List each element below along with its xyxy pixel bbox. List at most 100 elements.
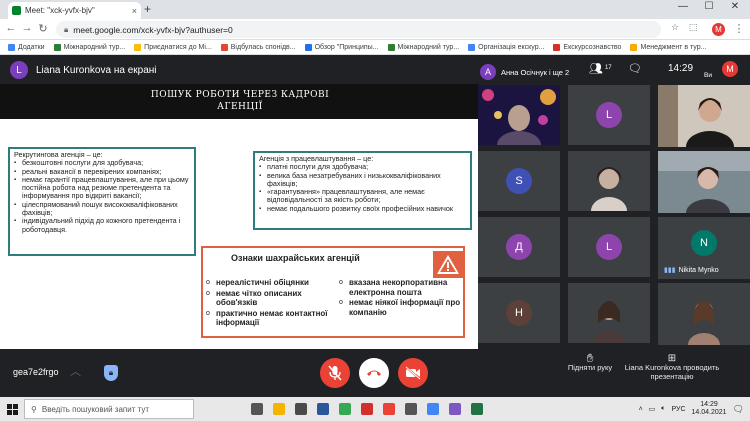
end-call-button[interactable]: [359, 358, 389, 388]
presentation-status[interactable]: ⊞ Liana Kuronkova проводить презентацію: [624, 354, 720, 382]
bookmark-item[interactable]: Організація екскур...: [468, 43, 544, 51]
word-icon[interactable]: [312, 397, 334, 421]
bookmark-item[interactable]: Міжнародний тур...: [387, 43, 460, 51]
forward-icon[interactable]: →: [20, 22, 34, 34]
bookmark-item[interactable]: Міжнародний тур...: [53, 43, 126, 51]
bookmark-label: Міжнародний тур...: [63, 43, 126, 51]
bookmark-item[interactable]: Обзор "Принципы...: [304, 43, 379, 51]
employment-agency-list: платні послуги для здобувача;велика база…: [259, 162, 466, 213]
presenting-label: Liana Kuronkova проводить презентацію: [624, 363, 720, 381]
fraud-signs-title: Ознаки шахрайських агенцій: [231, 253, 360, 263]
bookmarks-bar: Додатки Міжнародний тур... Приєднатися до …: [0, 40, 750, 55]
you-label: Ви: [704, 72, 712, 79]
browser-tab-meet[interactable]: Meet: "xck-yvfx-bjv" ×: [8, 2, 141, 19]
participant-video-placeholder: [688, 301, 720, 345]
close-window-button[interactable]: ✕: [722, 1, 748, 12]
bookmark-item[interactable]: Екскурсознавство: [553, 43, 622, 51]
bookmark-label: Обзор "Принципы...: [314, 43, 379, 51]
reload-icon[interactable]: ↻: [36, 22, 50, 35]
employment-agency-box: Агенція з працевлаштування – це: платні …: [253, 151, 472, 230]
shared-slide: ПОШУК РОБОТИ ЧЕРЕЗ КАДРОВІ АГЕНЦІЇ Рекру…: [0, 84, 478, 349]
new-tab-button[interactable]: +: [144, 2, 151, 16]
bookmark-favicon-icon: [553, 43, 561, 51]
bookmark-label: Міжнародний тур...: [397, 43, 460, 51]
bookmark-item[interactable]: Додатки: [8, 43, 45, 51]
bookmark-item[interactable]: Відбулась спонідв...: [220, 43, 296, 51]
opera-icon[interactable]: [356, 397, 378, 421]
bookmark-label: Додатки: [18, 43, 45, 51]
microphone-off-button[interactable]: [320, 358, 350, 388]
bookmark-favicon-icon: [630, 43, 638, 51]
word-icon-glyph: [317, 403, 329, 415]
participant-video-tile-2: [568, 151, 650, 211]
recruiting-agency-item: цілеспрямований пошук висококваліфікован…: [14, 200, 190, 218]
minimize-button[interactable]: —: [670, 1, 696, 12]
explorer-icon-glyph: [273, 403, 285, 415]
browser-menu-icon[interactable]: ⋮: [732, 22, 746, 35]
task-view-icon[interactable]: [246, 397, 268, 421]
volume-icon[interactable]: 🔈︎: [661, 405, 665, 413]
chrome-badge-icon[interactable]: [378, 397, 400, 421]
employment-agency-item: «гарантування» працевлаштування, але нем…: [259, 188, 466, 205]
raise-hand-button[interactable]: ✋︎ Підняти руку: [554, 352, 626, 372]
notifications-icon[interactable]: 🗨︎: [733, 404, 744, 415]
browser-toolbar: ← → ↻ 🔒︎ meet.google.com/xck-yvfx-bjv?au…: [0, 19, 750, 40]
camera-off-button[interactable]: [398, 358, 428, 388]
fraud-sign-item: немає чітко описаних обов'язків: [206, 289, 338, 308]
participant-tile-nikita: N ▮▮▮ Nikita Mynko: [658, 217, 750, 279]
taskbar-apps: [246, 397, 488, 421]
bookmark-label: Екскурсознавство: [563, 43, 622, 51]
participants-button[interactable]: 👥︎ 17: [589, 62, 612, 75]
language-indicator[interactable]: РУС: [671, 406, 685, 413]
excel-icon[interactable]: [466, 397, 488, 421]
mic-off-icon: [328, 365, 342, 381]
windows-start-icon[interactable]: [0, 397, 24, 421]
fraud-signs-left-column: нереалістичні обіцянкинемає чітко описан…: [206, 278, 338, 329]
address-bar[interactable]: 🔒︎ meet.google.com/xck-yvfx-bjv?authuser…: [56, 21, 661, 38]
presenter-bar: L Liana Kuronkova на екрані: [0, 56, 478, 84]
viber-icon[interactable]: [444, 397, 466, 421]
security-shield-icon[interactable]: 🔒︎: [104, 365, 118, 381]
participants-count: 17: [604, 65, 612, 71]
store-icon[interactable]: [290, 397, 312, 421]
participant-avatar: Н: [506, 300, 532, 326]
explorer-icon[interactable]: [268, 397, 290, 421]
tray-chevron-icon[interactable]: ˄: [639, 406, 643, 413]
yandex-icon[interactable]: [400, 397, 422, 421]
participant-name-label: ▮▮▮ Nikita Mynko: [664, 266, 719, 275]
store-icon-glyph: [295, 403, 307, 415]
network-icon[interactable]: ▭: [649, 405, 656, 413]
taskbar-search-input[interactable]: ⚲ Введіть пошуковий запит тут: [24, 399, 194, 419]
extensions-icon[interactable]: ⬚: [686, 22, 700, 33]
employment-agency-item: велика база незатребуваних і низькоквалі…: [259, 171, 466, 189]
participant-video-tile-6: [658, 283, 750, 345]
search-icon: ⚲: [31, 404, 37, 414]
bookmark-favicon-icon: [134, 43, 142, 51]
viber-icon-glyph: [449, 403, 461, 415]
chrome-icon[interactable]: [334, 397, 356, 421]
bookmark-favicon-icon: [8, 43, 15, 51]
taskbar-clock[interactable]: 14:29 14.04.2021: [692, 401, 727, 417]
meet-favicon-icon: [12, 6, 21, 15]
participant-video-tile-5: [658, 151, 750, 213]
people-icon: 👥︎: [589, 63, 603, 75]
maximize-button[interactable]: ☐: [696, 1, 722, 12]
participant-avatar: Д: [506, 234, 532, 260]
bookmark-item[interactable]: Приєднатися до Мі...: [134, 43, 212, 51]
bookmark-favicon-icon: [387, 43, 395, 51]
excel-icon-glyph: [471, 403, 483, 415]
chrome-profile-icon[interactable]: [422, 397, 444, 421]
chrome-icon-glyph: [339, 403, 351, 415]
windows-taskbar: ⚲ Введіть пошуковий запит тут ˄ ▭ 🔈︎ РУС…: [0, 397, 750, 421]
tab-close-icon[interactable]: ×: [132, 6, 137, 16]
speaker-video-placeholder: [482, 89, 556, 145]
chat-icon[interactable]: 🗨︎: [628, 62, 642, 75]
profile-avatar[interactable]: M: [712, 23, 725, 36]
back-icon[interactable]: ←: [4, 22, 18, 34]
bookmark-favicon-icon: [53, 43, 61, 51]
bookmark-item[interactable]: Менеджмент в тур...: [630, 43, 706, 51]
meeting-code[interactable]: gea7e2frgo: [13, 367, 59, 377]
chevron-up-icon[interactable]: ︿: [70, 363, 81, 379]
star-icon[interactable]: ☆: [668, 22, 682, 33]
participant-video-tile-4: [658, 85, 750, 147]
